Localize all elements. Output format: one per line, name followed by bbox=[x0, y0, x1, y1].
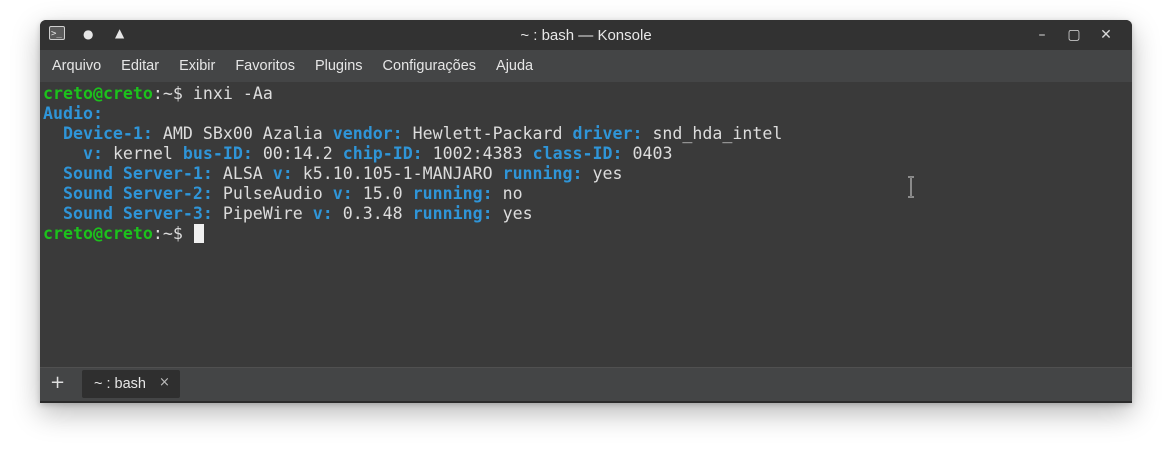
output-key: Sound Server-1: bbox=[43, 164, 213, 183]
menu-bar: Arquivo Editar Exibir Favoritos Plugins … bbox=[40, 50, 1132, 82]
new-tab-button[interactable]: + bbox=[50, 372, 65, 393]
title-bar[interactable]: >_ ● ▲ ~ : bash — Konsole – ▢ ✕ bbox=[40, 20, 1132, 50]
command-text: inxi -Aa bbox=[182, 84, 273, 103]
menu-configuracoes[interactable]: Configurações bbox=[373, 50, 487, 82]
terminal-line-sound-server-1: Sound Server-1: ALSA v: k5.10.105-1-MANJ… bbox=[43, 164, 1132, 184]
terminal-line-sound-server-3: Sound Server-3: PipeWire v: 0.3.48 runni… bbox=[43, 204, 1132, 224]
tab-bash[interactable]: ~ : bash × bbox=[82, 370, 180, 398]
terminal-line-sound-server-2: Sound Server-2: PulseAudio v: 15.0 runni… bbox=[43, 184, 1132, 204]
output-key: running: bbox=[412, 204, 493, 223]
terminal-line-device-details: v: kernel bus-ID: 00:14.2 chip-ID: 1002:… bbox=[43, 144, 1132, 164]
output-value: 1002:4383 bbox=[422, 144, 533, 163]
konsole-window: >_ ● ▲ ~ : bash — Konsole – ▢ ✕ Arquivo … bbox=[40, 20, 1132, 403]
menu-favoritos[interactable]: Favoritos bbox=[225, 50, 305, 82]
menu-arquivo[interactable]: Arquivo bbox=[42, 50, 111, 82]
tab-label: ~ : bash bbox=[94, 376, 146, 392]
terminal-line-prompt: creto@creto:~$ bbox=[43, 224, 1132, 244]
menu-plugins[interactable]: Plugins bbox=[305, 50, 373, 82]
minimize-icon[interactable]: – bbox=[1026, 25, 1058, 45]
output-value: Hewlett-Packard bbox=[402, 124, 573, 143]
output-value: PipeWire bbox=[212, 204, 313, 223]
output-value: ALSA bbox=[212, 164, 273, 183]
output-key: running: bbox=[502, 164, 583, 183]
output-value: 15.0 bbox=[352, 184, 413, 203]
menu-exibir[interactable]: Exibir bbox=[169, 50, 225, 82]
prompt-path: :~$ bbox=[152, 224, 183, 243]
audio-header: Audio: bbox=[43, 104, 103, 123]
prompt-user-host: creto@creto bbox=[43, 84, 153, 103]
output-value: no bbox=[492, 184, 523, 203]
maximize-icon[interactable]: ▢ bbox=[1058, 25, 1090, 45]
output-key: v: bbox=[272, 164, 293, 183]
tab-bar: + ~ : bash × bbox=[40, 367, 1132, 402]
terminal-line-command: creto@creto:~$ inxi -Aa bbox=[43, 84, 1132, 104]
output-value: yes bbox=[492, 204, 533, 223]
menu-editar[interactable]: Editar bbox=[111, 50, 169, 82]
output-key: Device-1: bbox=[43, 124, 153, 143]
output-value: 0.3.48 bbox=[332, 204, 413, 223]
output-key: Sound Server-3: bbox=[43, 204, 213, 223]
output-value: 00:14.2 bbox=[252, 144, 343, 163]
window-bottom-edge bbox=[40, 401, 1132, 403]
output-key: vendor: bbox=[332, 124, 403, 143]
output-value: PulseAudio bbox=[212, 184, 333, 203]
output-key: running: bbox=[412, 184, 493, 203]
window-title: ~ : bash — Konsole bbox=[520, 27, 652, 44]
output-key: class-ID: bbox=[532, 144, 623, 163]
terminal-line-audio: Audio: bbox=[43, 104, 1132, 124]
prompt-user-host: creto@creto bbox=[43, 224, 153, 243]
window-controls: – ▢ ✕ bbox=[1026, 25, 1122, 45]
menu-ajuda[interactable]: Ajuda bbox=[486, 50, 543, 82]
text-cursor-icon bbox=[908, 176, 914, 198]
terminal-line-device: Device-1: AMD SBx00 Azalia vendor: Hewle… bbox=[43, 124, 1132, 144]
output-key: chip-ID: bbox=[342, 144, 423, 163]
output-key: v: bbox=[312, 204, 333, 223]
terminal-cursor bbox=[193, 224, 204, 243]
output-key: v: bbox=[332, 184, 353, 203]
close-icon[interactable]: × bbox=[159, 375, 170, 390]
prompt-path: :~$ bbox=[152, 84, 183, 103]
close-icon[interactable]: ✕ bbox=[1090, 25, 1122, 45]
output-value: AMD SBx00 Azalia bbox=[152, 124, 333, 143]
terminal-area[interactable]: creto@creto:~$ inxi -Aa Audio: Device-1:… bbox=[40, 82, 1132, 367]
output-key: v: bbox=[43, 144, 103, 163]
output-value: snd_hda_intel bbox=[642, 124, 783, 143]
output-value: kernel bbox=[102, 144, 183, 163]
output-key: Sound Server-2: bbox=[43, 184, 213, 203]
output-value: 0403 bbox=[622, 144, 673, 163]
output-value: k5.10.105-1-MANJARO bbox=[292, 164, 503, 183]
output-value: yes bbox=[582, 164, 623, 183]
output-key: driver: bbox=[572, 124, 643, 143]
output-key: bus-ID: bbox=[182, 144, 253, 163]
